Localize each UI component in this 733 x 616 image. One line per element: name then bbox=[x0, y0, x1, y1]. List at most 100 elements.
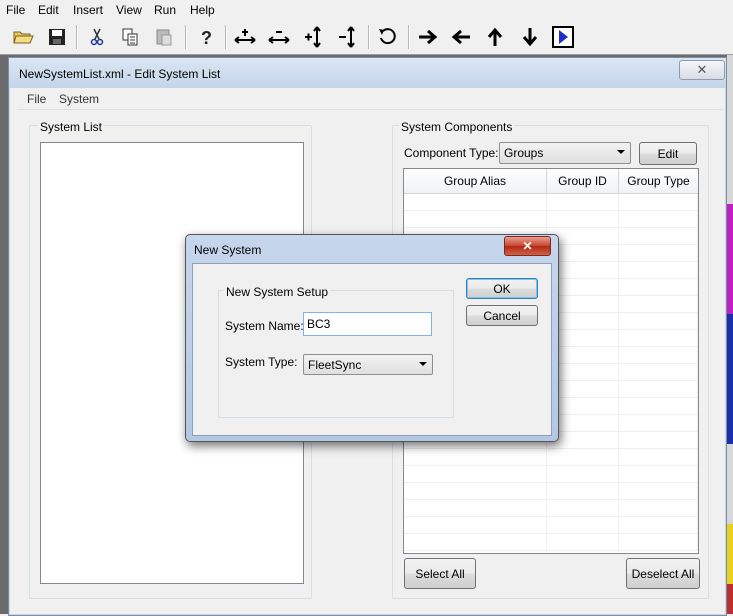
toolbar-separator bbox=[225, 25, 227, 49]
window-menu-bar: File System bbox=[17, 89, 723, 110]
table-row bbox=[404, 500, 698, 517]
table-cell bbox=[547, 466, 619, 483]
table-cell bbox=[547, 194, 619, 211]
table-cell bbox=[619, 500, 698, 517]
play-icon[interactable] bbox=[549, 23, 577, 51]
deselect-all-button[interactable]: Deselect All bbox=[626, 558, 700, 589]
arrow-up-icon[interactable] bbox=[481, 23, 509, 51]
component-type-value: Groups bbox=[504, 146, 544, 160]
toolbar: ? bbox=[0, 20, 733, 55]
component-type-label: Component Type: bbox=[404, 146, 499, 160]
background-color-strip bbox=[727, 54, 733, 614]
table-row bbox=[404, 211, 698, 228]
system-components-label: System Components bbox=[399, 120, 515, 134]
table-row bbox=[404, 449, 698, 466]
table-cell bbox=[619, 262, 698, 279]
table-row bbox=[404, 466, 698, 483]
help-icon[interactable]: ? bbox=[191, 23, 219, 51]
table-cell bbox=[619, 432, 698, 449]
table-cell bbox=[619, 228, 698, 245]
close-icon: ✕ bbox=[696, 62, 708, 77]
close-icon: ✕ bbox=[522, 239, 533, 253]
system-name-label: System Name: bbox=[225, 319, 304, 333]
system-type-select[interactable]: FleetSync bbox=[303, 354, 433, 375]
table-row bbox=[404, 534, 698, 551]
menu-view[interactable]: View bbox=[116, 3, 142, 17]
table-row bbox=[404, 517, 698, 534]
cancel-button[interactable]: Cancel bbox=[466, 305, 538, 326]
table-row bbox=[404, 194, 698, 211]
toolbar-separator bbox=[368, 25, 370, 49]
add-vertical-icon[interactable] bbox=[300, 23, 328, 51]
system-name-input[interactable]: BC3 bbox=[303, 312, 432, 336]
cut-icon[interactable] bbox=[83, 23, 111, 51]
arrow-right-icon[interactable] bbox=[414, 23, 442, 51]
table-cell bbox=[619, 211, 698, 228]
table-cell bbox=[547, 517, 619, 534]
new-system-dialog: New System ✕ New System Setup System Nam… bbox=[185, 234, 559, 442]
system-type-value: FleetSync bbox=[308, 358, 362, 372]
table-cell bbox=[619, 347, 698, 364]
open-folder-icon[interactable] bbox=[9, 23, 37, 51]
copy-icon[interactable] bbox=[116, 23, 144, 51]
chevron-down-icon bbox=[617, 150, 625, 154]
select-all-button[interactable]: Select All bbox=[404, 558, 476, 589]
paste-icon[interactable] bbox=[150, 23, 178, 51]
table-cell bbox=[404, 500, 547, 517]
window-title: NewSystemList.xml - Edit System List bbox=[19, 67, 221, 81]
system-list-label: System List bbox=[38, 120, 105, 134]
window-menu-file[interactable]: File bbox=[27, 92, 46, 106]
column-header-group-id[interactable]: Group ID bbox=[547, 169, 619, 193]
table-cell bbox=[619, 381, 698, 398]
table-cell bbox=[404, 449, 547, 466]
ok-button[interactable]: OK bbox=[466, 278, 538, 299]
menu-help[interactable]: Help bbox=[190, 3, 215, 17]
table-cell bbox=[619, 517, 698, 534]
table-cell bbox=[619, 194, 698, 211]
table-cell bbox=[619, 296, 698, 313]
system-name-value: BC3 bbox=[307, 317, 331, 331]
add-horizontal-icon[interactable] bbox=[231, 23, 259, 51]
component-type-select[interactable]: Groups bbox=[499, 142, 631, 164]
table-cell bbox=[619, 449, 698, 466]
arrow-down-icon[interactable] bbox=[516, 23, 544, 51]
table-row bbox=[404, 483, 698, 500]
table-cell bbox=[619, 466, 698, 483]
table-cell bbox=[619, 330, 698, 347]
menu-insert[interactable]: Insert bbox=[73, 3, 103, 17]
window-menu-system[interactable]: System bbox=[59, 92, 99, 106]
table-cell bbox=[547, 449, 619, 466]
remove-vertical-icon[interactable] bbox=[334, 23, 362, 51]
arrow-left-icon[interactable] bbox=[447, 23, 475, 51]
table-cell bbox=[404, 466, 547, 483]
table-cell bbox=[619, 313, 698, 330]
table-cell bbox=[619, 398, 698, 415]
dialog-title: New System bbox=[194, 243, 262, 257]
menu-run[interactable]: Run bbox=[154, 3, 176, 17]
table-cell bbox=[404, 483, 547, 500]
table-cell bbox=[619, 534, 698, 551]
remove-horizontal-icon[interactable] bbox=[265, 23, 293, 51]
svg-text:?: ? bbox=[201, 28, 212, 48]
menu-file[interactable]: File bbox=[6, 3, 25, 17]
table-cell bbox=[619, 415, 698, 432]
table-cell bbox=[404, 517, 547, 534]
column-header-group-type[interactable]: Group Type bbox=[619, 169, 698, 193]
column-header-group-alias[interactable]: Group Alias bbox=[404, 169, 547, 193]
save-disk-icon[interactable] bbox=[43, 23, 71, 51]
window-close-button[interactable]: ✕ bbox=[679, 60, 725, 80]
table-cell bbox=[619, 364, 698, 381]
grid-header: Group Alias Group ID Group Type bbox=[404, 169, 698, 194]
undo-icon[interactable] bbox=[374, 23, 402, 51]
toolbar-separator bbox=[408, 25, 410, 49]
edit-button[interactable]: Edit bbox=[639, 142, 697, 165]
table-cell bbox=[404, 194, 547, 211]
toolbar-separator bbox=[185, 25, 187, 49]
dialog-body: New System Setup System Name: BC3 System… bbox=[192, 263, 552, 436]
main-menu-bar: File Edit Insert View Run Help bbox=[0, 0, 733, 20]
table-cell bbox=[547, 211, 619, 228]
toolbar-separator bbox=[76, 25, 78, 49]
dialog-close-button[interactable]: ✕ bbox=[504, 236, 551, 256]
menu-edit[interactable]: Edit bbox=[38, 3, 59, 17]
table-cell bbox=[547, 500, 619, 517]
